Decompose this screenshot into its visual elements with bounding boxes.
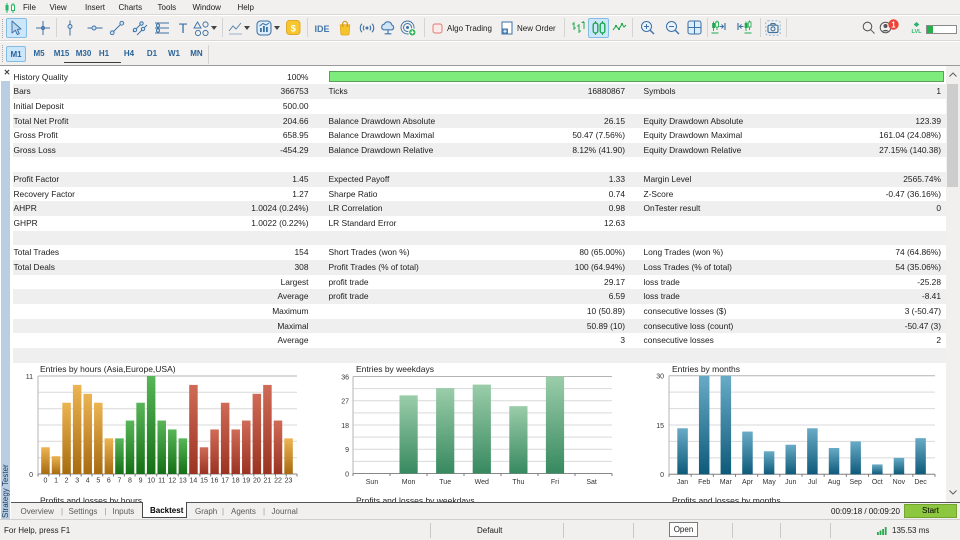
svg-text:Entries by hours (Asia,Europe,: Entries by hours (Asia,Europe,USA) <box>40 364 176 374</box>
svg-text:12: 12 <box>168 478 176 485</box>
svg-text:Sat: Sat <box>586 479 597 486</box>
svg-text:0: 0 <box>43 478 47 485</box>
svg-text:LVL: LVL <box>912 29 923 34</box>
svg-text:Sun: Sun <box>366 479 379 486</box>
svg-text:8: 8 <box>128 478 132 485</box>
svg-text:IDE: IDE <box>314 24 329 34</box>
svg-text:Oct: Oct <box>872 479 883 486</box>
svg-text:Mar: Mar <box>720 479 733 486</box>
svg-text:30: 30 <box>656 374 664 381</box>
svg-text:15: 15 <box>656 423 664 430</box>
svg-text:$: $ <box>291 24 297 35</box>
svg-text:1: 1 <box>891 20 896 29</box>
svg-text:Dec: Dec <box>914 479 927 486</box>
svg-text:27: 27 <box>341 399 349 406</box>
svg-text:18: 18 <box>232 478 240 485</box>
svg-text:Nov: Nov <box>893 479 906 486</box>
svg-text:15: 15 <box>200 478 208 485</box>
svg-text:3: 3 <box>75 478 79 485</box>
svg-text:20: 20 <box>253 478 261 485</box>
svg-text:16: 16 <box>211 478 219 485</box>
svg-text:Fri: Fri <box>551 479 560 486</box>
svg-text:Mon: Mon <box>402 479 416 486</box>
svg-text:9: 9 <box>139 478 143 485</box>
svg-text:Jan: Jan <box>677 479 688 486</box>
svg-text:Wed: Wed <box>475 479 489 486</box>
svg-text:9: 9 <box>345 447 349 454</box>
svg-text:10: 10 <box>147 478 155 485</box>
svg-text:T: T <box>179 20 188 36</box>
svg-text:4: 4 <box>86 478 90 485</box>
svg-text:1: 1 <box>54 478 58 485</box>
svg-text:2: 2 <box>65 478 69 485</box>
svg-text:Entries by months: Entries by months <box>672 364 740 374</box>
svg-text:Entries by weekdays: Entries by weekdays <box>356 364 434 374</box>
svg-text:7: 7 <box>117 478 121 485</box>
svg-text:22: 22 <box>274 478 282 485</box>
svg-text:Sep: Sep <box>849 479 862 486</box>
svg-text:Jun: Jun <box>785 479 796 486</box>
svg-text:11: 11 <box>158 478 165 485</box>
svg-text:Feb: Feb <box>698 479 710 486</box>
svg-text:Jul: Jul <box>808 479 817 486</box>
svg-text:13: 13 <box>179 478 187 485</box>
svg-text:21: 21 <box>264 478 272 485</box>
svg-text:6: 6 <box>107 478 111 485</box>
svg-text:May: May <box>762 479 776 486</box>
svg-text:0: 0 <box>29 472 33 479</box>
svg-text:0: 0 <box>345 471 349 478</box>
svg-text:18: 18 <box>341 423 349 430</box>
svg-text:Aug: Aug <box>828 479 841 486</box>
svg-text:Apr: Apr <box>742 479 754 486</box>
svg-text:23: 23 <box>285 478 293 485</box>
svg-text:11: 11 <box>26 374 33 381</box>
svg-text:19: 19 <box>242 478 250 485</box>
svg-text:14: 14 <box>190 478 198 485</box>
svg-text:0: 0 <box>660 472 664 479</box>
svg-text:Tue: Tue <box>439 479 451 486</box>
svg-text:17: 17 <box>221 478 229 485</box>
svg-text:36: 36 <box>341 374 349 381</box>
svg-text:5: 5 <box>96 478 100 485</box>
svg-text:Thu: Thu <box>512 479 524 486</box>
